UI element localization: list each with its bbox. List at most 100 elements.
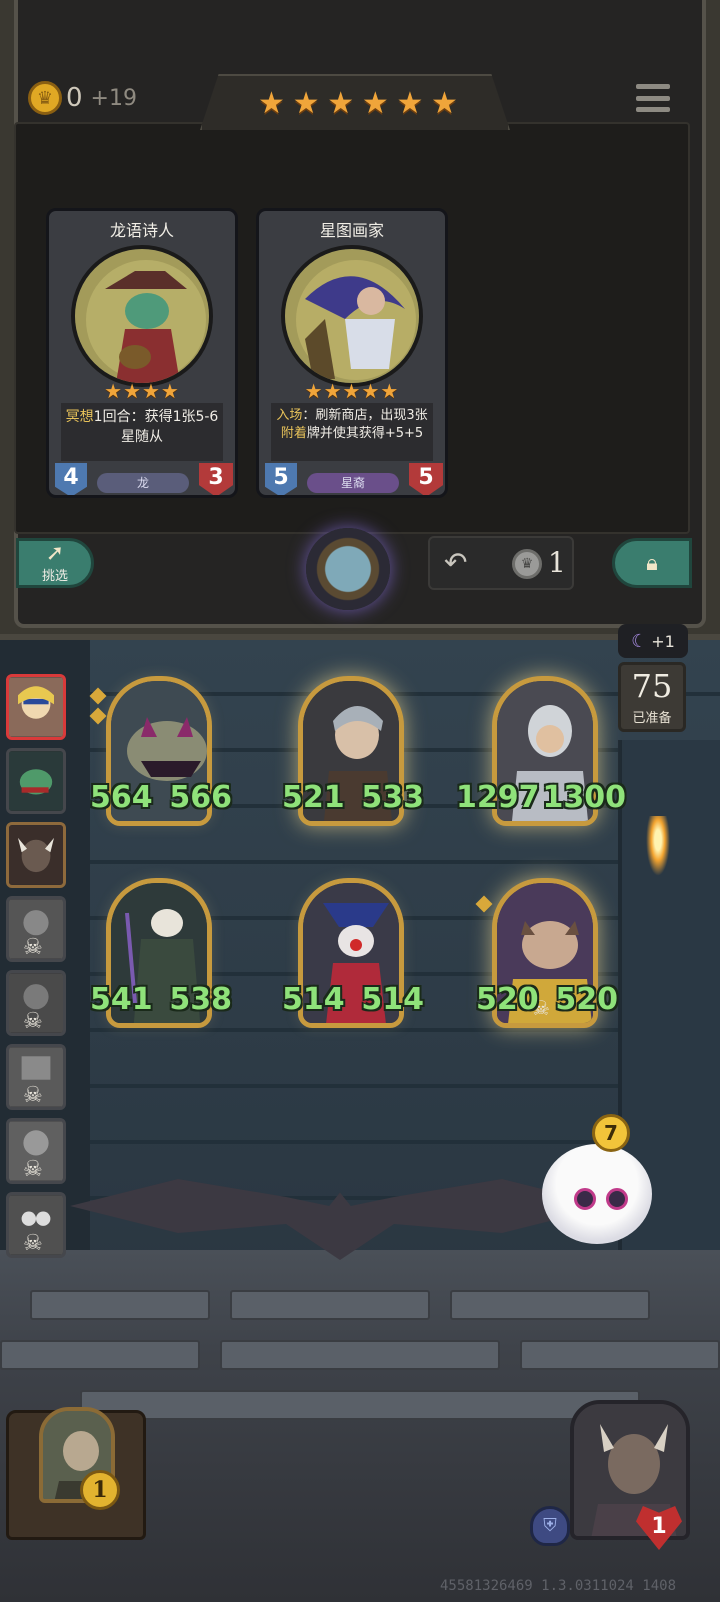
- card-tribe: 龙: [97, 473, 189, 493]
- menu-line: [636, 95, 670, 101]
- arrow-icon: ➚: [45, 540, 65, 566]
- gold-counter: ♛ 0 +19: [28, 80, 137, 116]
- mascot-pet[interactable]: 7: [528, 1114, 658, 1254]
- opponent-portrait[interactable]: [6, 822, 66, 888]
- mascot-eye: [606, 1188, 628, 1210]
- opponent-portrait-eliminated[interactable]: ☠: [6, 1192, 66, 1258]
- floor-tile: [220, 1340, 500, 1370]
- mascot-eye: [574, 1188, 596, 1210]
- floor-tile: [520, 1340, 720, 1370]
- minion-attack: 514: [282, 982, 345, 1017]
- minion-attack: 564: [90, 780, 153, 815]
- mascot-body: [542, 1144, 652, 1244]
- upgrade-tavern-button[interactable]: ↶ ♛ 1: [428, 536, 574, 590]
- card-ability: 入场：刷新商店，出现3张附着牌并使其获得+5+5: [271, 403, 433, 461]
- minion-health: 566: [169, 780, 232, 815]
- star-icon: ★: [396, 86, 424, 121]
- minion-health: 1300: [542, 780, 627, 815]
- shop-card-dragon-poet[interactable]: 龙语诗人 ★★★★ 冥想1回合：获得1张5-6星随从 龙 4 3: [46, 208, 238, 498]
- floor-tile: [30, 1290, 210, 1320]
- gold-value: 0: [66, 83, 83, 113]
- hourglass-timer-icon[interactable]: [306, 528, 390, 610]
- lock-icon: 🔒︎: [646, 550, 658, 576]
- card-portrait: [71, 245, 213, 387]
- floor-tile: [0, 1340, 200, 1370]
- star-icon: ★: [258, 86, 285, 121]
- upgrade-cost: 1: [548, 546, 566, 579]
- skull-icon: ☠: [23, 1083, 43, 1108]
- star-icon: ★: [361, 86, 389, 121]
- menu-line: [636, 107, 670, 112]
- torch-flame-icon: [646, 816, 670, 876]
- ready-count: 75: [631, 667, 673, 705]
- shop-card-star-painter[interactable]: 星图画家 ★★★★★ 入场：刷新商店，出现3张附着牌并使其获得+5+5 星裔 5…: [256, 208, 448, 498]
- minion-health: 533: [361, 780, 424, 815]
- turn-bonus-badge: ☾ +1: [618, 624, 688, 658]
- minion-attack: 1297: [456, 780, 540, 815]
- tavern-keeper-panel[interactable]: [6, 1407, 146, 1540]
- board-minion[interactable]: 1297 1300: [456, 676, 626, 836]
- ready-label: 已准备: [632, 711, 672, 726]
- moon-icon: ☾: [631, 630, 648, 652]
- gold-income: +19: [90, 85, 137, 111]
- ability-text: ：刷新商店，出现3张: [302, 408, 428, 423]
- ability-text: 1回合：获得1张5-6星随从: [93, 409, 219, 445]
- refresh-label: 挑选: [41, 568, 68, 584]
- skull-icon: ☠: [23, 1231, 43, 1256]
- opponent-portrait-eliminated[interactable]: ☠: [6, 970, 66, 1036]
- armor-shield-icon: ⛨: [530, 1506, 570, 1546]
- card-health: 3: [199, 463, 233, 495]
- floor-tile: [450, 1290, 650, 1320]
- card-name: 龙语诗人: [109, 221, 174, 240]
- card-ability: 冥想1回合：获得1张5-6星随从: [61, 403, 223, 461]
- star-icon: ★: [327, 86, 355, 121]
- tavern-tier-stars: ★ ★ ★ ★ ★ ★: [258, 86, 458, 122]
- ability-keyword: 入场: [276, 408, 303, 423]
- menu-line: [636, 84, 670, 89]
- board-minion[interactable]: ☠ 520 520: [475, 878, 618, 1038]
- tavern-tier-badge: 1: [80, 1470, 120, 1510]
- minion-health: 520: [555, 982, 618, 1017]
- board-minion[interactable]: 514 514: [282, 878, 424, 1038]
- minion-attack: 521: [282, 780, 345, 815]
- ability-keyword: 冥想: [65, 409, 94, 425]
- ready-counter: 75 已准备: [618, 662, 686, 732]
- ability-text: 牌并使其获得+5+5: [306, 426, 424, 441]
- card-stars: ★★★★: [104, 379, 180, 403]
- skull-icon: ☠: [23, 1009, 43, 1034]
- board-minion[interactable]: 564 566: [89, 676, 232, 836]
- coin-icon: ♛: [512, 549, 542, 579]
- shop-panel: ★ ★ ★ ★ ★ ★ ♛ 0 +19 龙语诗人 ★★★★ 冥想1回合：获得1张…: [0, 0, 720, 640]
- floor-tile: [80, 1390, 640, 1420]
- freeze-lock-button[interactable]: 🔒︎: [612, 538, 692, 588]
- star-icon: ★: [431, 86, 458, 121]
- opponent-portrait-eliminated[interactable]: ☠: [6, 896, 66, 962]
- card-attack: 5: [265, 463, 297, 495]
- floor-tile: [230, 1290, 430, 1320]
- ability-keyword: 附着: [280, 426, 307, 441]
- opponent-portrait[interactable]: [6, 748, 66, 814]
- refresh-shop-button[interactable]: ➚ 挑选: [16, 538, 94, 588]
- card-attack: 4: [55, 463, 87, 495]
- card-name: 星图画家: [319, 221, 384, 240]
- menu-button[interactable]: [634, 80, 672, 116]
- star-icon: ★: [292, 86, 320, 121]
- board-minion[interactable]: 521 533: [282, 676, 424, 836]
- card-tribe: 星裔: [307, 473, 399, 493]
- minion-attack: 520: [476, 982, 539, 1017]
- card-health: 5: [409, 463, 443, 495]
- opponent-portrait-eliminated[interactable]: ☠: [6, 1118, 66, 1184]
- opponent-portrait-eliminated[interactable]: ☠: [6, 1044, 66, 1110]
- mascot-value: 7: [592, 1114, 630, 1152]
- minion-attack: 541: [90, 982, 153, 1017]
- opponent-portrait[interactable]: [6, 674, 66, 740]
- card-stars: ★★★★★: [304, 379, 400, 403]
- watermark: 45581326469 1.3.0311024 1408: [440, 1578, 677, 1594]
- crown-coin-icon: ♛: [28, 81, 62, 115]
- skull-icon: ☠: [23, 1157, 43, 1182]
- minion-health: 538: [169, 982, 232, 1017]
- minion-health: 514: [361, 982, 424, 1017]
- undo-arrow-icon: ↶: [444, 546, 468, 579]
- card-portrait: [281, 245, 423, 387]
- board-minion[interactable]: 541 538: [90, 878, 232, 1038]
